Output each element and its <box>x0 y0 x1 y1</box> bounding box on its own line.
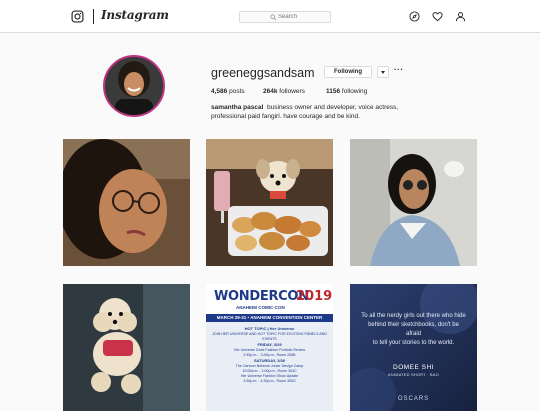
profile-full-name: samantha pascal <box>211 104 264 111</box>
top-nav-bar: Instagram <box>0 0 540 33</box>
heart-icon[interactable] <box>432 11 443 22</box>
following-button[interactable]: Following <box>324 66 372 78</box>
more-options-button[interactable]: ··· <box>394 65 404 74</box>
quote-author: DOMEE SHI <box>393 364 434 371</box>
profile-username: greeneggsandsam <box>211 66 315 80</box>
search-icon <box>270 14 277 21</box>
instagram-wordmark[interactable]: Instagram <box>101 8 169 22</box>
poster-sat-time-2: 3:30p.m. - 4:30p.m., Room 300D <box>243 379 296 383</box>
posts-count: 4,586 <box>211 88 228 95</box>
instagram-camera-icon[interactable] <box>71 10 84 23</box>
quote-brand: OSCARS <box>397 396 430 402</box>
quote-author-subtitle: ANIMATED SHORT · BAO <box>388 373 439 377</box>
followers-count: 264k <box>263 88 278 95</box>
following-count: 1156 <box>326 88 341 95</box>
chevron-down-icon <box>381 71 385 74</box>
quote-line-2: behind their sketchbooks, don't be afrai… <box>368 322 459 337</box>
poodle-in-car-photo <box>63 284 190 411</box>
post-thumbnail-quote-card[interactable]: To all the nerdy girls out there who hid… <box>350 284 477 411</box>
poster-friday-event: Her Universe Geek Fashion Portfolio Revi… <box>233 348 306 352</box>
post-thumbnail[interactable] <box>63 284 190 411</box>
poster-body: HOT TOPIC | Her Universe JOIN HER UNIVER… <box>212 326 327 384</box>
post-thumbnail[interactable] <box>63 139 190 266</box>
poster-sat-time-1: 10:00a.m. - 1:00p.m., Room 304C <box>242 369 297 373</box>
poster-saturday: SATURDAY, 3/30 <box>253 358 286 363</box>
dog-and-food-photo <box>206 139 333 266</box>
poster-intro: JOIN HER UNIVERSE AND HOT TOPIC FOR EXCI… <box>212 332 327 341</box>
search-input[interactable] <box>278 12 328 22</box>
poster-friday: FRIDAY, 3/29 <box>257 342 282 347</box>
following-label: following <box>341 88 368 95</box>
followers-stat[interactable]: 264k followers <box>263 88 305 95</box>
following-stat[interactable]: 1156 following <box>326 88 367 95</box>
profile-bio: samantha pascal business owner and devel… <box>211 104 411 121</box>
post-thumbnail[interactable] <box>206 139 333 266</box>
selfie-photo <box>63 139 190 266</box>
poster-title: WONDERCON <box>214 289 309 304</box>
quote-line-3: to tell your stories to the world. <box>372 340 455 346</box>
followers-label: followers <box>279 88 305 95</box>
portrait-photo <box>350 139 477 266</box>
logo-divider <box>93 9 94 24</box>
bio-line-2: professional paid fangirl. have courage … <box>211 112 360 120</box>
poster-friday-time: 2:45p.m. - 3:45p.m., Room 206B <box>243 353 296 357</box>
poster-year: 2019 <box>296 289 333 304</box>
compass-icon[interactable] <box>409 11 420 22</box>
quote-line-1: To all the nerdy girls out there who hid… <box>361 313 466 319</box>
suggestions-dropdown-button[interactable] <box>377 66 389 78</box>
profile-avatar[interactable] <box>103 55 165 117</box>
bio-line-1: business owner and developer, voice actr… <box>267 104 399 111</box>
post-thumbnail[interactable] <box>350 139 477 266</box>
search-box[interactable] <box>239 11 331 23</box>
posts-label: posts <box>229 88 245 95</box>
poster-dates: MARCH 29-31 • ANAHEIM CONVENTION CENTER <box>206 314 333 322</box>
poster-sponsors: HOT TOPIC | Her Universe <box>244 326 295 331</box>
poster-sat-event-1: The Cartoon Network Junior Design Camp <box>235 364 304 368</box>
avatar-photo <box>105 57 163 115</box>
poster-sat-event-2: Her Universe Fashion Show Update <box>240 374 299 378</box>
post-thumbnail-wondercon-poster[interactable]: WONDERCON 2019 ANAHEIM COMIC-CON MARCH 2… <box>206 284 333 411</box>
user-icon[interactable] <box>455 11 466 22</box>
poster-subtitle: ANAHEIM COMIC-CON <box>236 305 285 310</box>
quote-text: To all the nerdy girls out there who hid… <box>360 312 467 348</box>
posts-stat: 4,586 posts <box>211 88 245 95</box>
